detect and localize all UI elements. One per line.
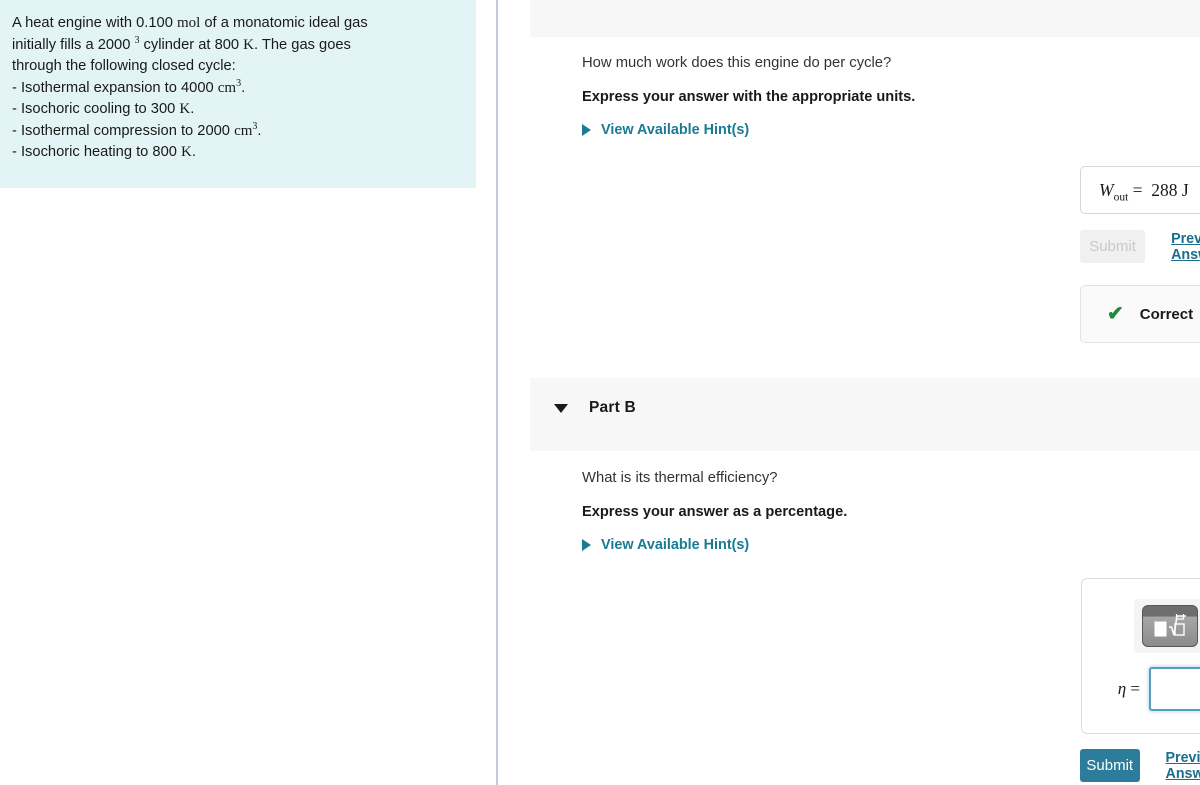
problem-text: .: [190, 101, 195, 117]
part-b-submit-button[interactable]: Submit: [1080, 749, 1140, 782]
chevron-right-icon: [582, 124, 591, 136]
chevron-down-icon: [554, 403, 568, 413]
problem-line-6: - Isothermal compression to 2000 cm3.: [12, 121, 462, 143]
problem-line-7: - Isochoric heating to 800 K.: [12, 142, 462, 164]
answer-panel: How much work does this engine do per cy…: [499, 0, 1200, 785]
problem-line-1: A heat engine with 0.100 mol of a monato…: [12, 13, 462, 35]
problem-text: .: [257, 122, 262, 139]
part-a-question-block: How much work does this engine do per cy…: [582, 52, 915, 138]
part-a-question-text: How much work does this engine do per cy…: [582, 55, 892, 71]
problem-text: of a monatomic ideal gas: [200, 15, 368, 31]
problem-line-2: initially fills a 2000 3 cylinder at 800…: [12, 35, 462, 57]
part-b-answer-input[interactable]: [1149, 667, 1200, 711]
part-a-answer-value: 288 J: [1151, 179, 1189, 200]
unit-kelvin: K: [179, 101, 191, 117]
eta-label: η =: [1082, 679, 1140, 699]
problem-text: - Isothermal compression to 2000: [12, 122, 235, 139]
problem-line-3: through the following closed cycle:: [12, 58, 236, 74]
problem-text: .: [191, 144, 196, 160]
part-b-instruction: Express your answer as a percentage.: [582, 504, 848, 520]
check-icon: ✔: [1107, 303, 1124, 325]
part-a-submit-button: Submit: [1080, 230, 1146, 263]
unit-cm3: cm3: [234, 121, 257, 139]
part-a-instruction: Express your answer with the appropriate…: [582, 89, 916, 105]
problem-statement-panel: A heat engine with 0.100 mol of a monato…: [0, 0, 476, 188]
unit-cm3: cm3: [217, 78, 241, 96]
math-template-button[interactable]: [1142, 605, 1198, 647]
problem-text: - Isochoric heating to 800: [12, 144, 182, 160]
problem-text: - Isothermal expansion to 4000: [12, 79, 218, 96]
part-b-answer-entry-container: ΑΣφ: [1081, 578, 1200, 734]
problem-text: initially fills a 2000: [12, 36, 135, 53]
unit-mol: mol: [176, 15, 201, 31]
problem-text: . The gas goes: [254, 36, 351, 53]
answer-symbol: W: [1099, 179, 1114, 200]
unit-kelvin: K: [181, 144, 192, 160]
equals-sign: =: [1132, 179, 1143, 200]
equals-sign: =: [1130, 679, 1140, 698]
part-a-previous-answers-link[interactable]: Previous Answers: [1171, 231, 1200, 263]
part-a-hints-label: View Available Hint(s): [601, 122, 750, 138]
part-b-question-block: What is its thermal efficiency? Express …: [582, 467, 847, 553]
problem-text: cylinder at 800: [139, 36, 244, 53]
part-a-feedback-label: Correct: [1139, 305, 1194, 323]
chevron-right-icon: [582, 539, 591, 551]
part-a-answer-expression: Wout = 288 J: [1099, 179, 1189, 203]
part-b-hints-label: View Available Hint(s): [601, 537, 750, 553]
part-a-action-row: Submit Previous Answers: [1080, 230, 1200, 263]
part-a-header-band[interactable]: [530, 0, 1200, 37]
part-b-input-row: η = %: [1082, 667, 1200, 711]
math-input-toolbar: ΑΣφ: [1134, 599, 1200, 653]
unit-kelvin: K: [243, 36, 254, 53]
part-a-view-hints-link[interactable]: View Available Hint(s): [582, 122, 749, 138]
part-b-previous-answers-link[interactable]: Previous Answers: [1166, 750, 1200, 782]
problem-text: A heat engine with 0.100: [12, 15, 177, 31]
answer-subscript: out: [1113, 191, 1129, 203]
unit-cm: cm: [234, 122, 253, 139]
eta-symbol: η: [1117, 679, 1127, 698]
part-b-action-row: Submit Previous Answers Request Answer: [1080, 749, 1200, 782]
problem-line-4: - Isothermal expansion to 4000 cm3.: [12, 78, 462, 100]
part-b-title: Part B: [589, 399, 636, 416]
unit-cm: cm: [217, 79, 237, 96]
problem-text: .: [241, 79, 246, 96]
panel-divider: [496, 0, 498, 785]
part-b-question-text: What is its thermal efficiency?: [582, 470, 778, 486]
part-b-view-hints-link[interactable]: View Available Hint(s): [582, 537, 749, 553]
part-a-feedback-banner: ✔ Correct: [1080, 285, 1200, 343]
problem-text: - Isochoric cooling to 300: [12, 101, 180, 117]
part-b-header-band[interactable]: Part B: [530, 378, 1200, 451]
problem-line-5: - Isochoric cooling to 300 K.: [12, 99, 462, 121]
part-a-answer-box[interactable]: Wout = 288 J: [1080, 166, 1200, 214]
template-icon: [1154, 614, 1186, 637]
